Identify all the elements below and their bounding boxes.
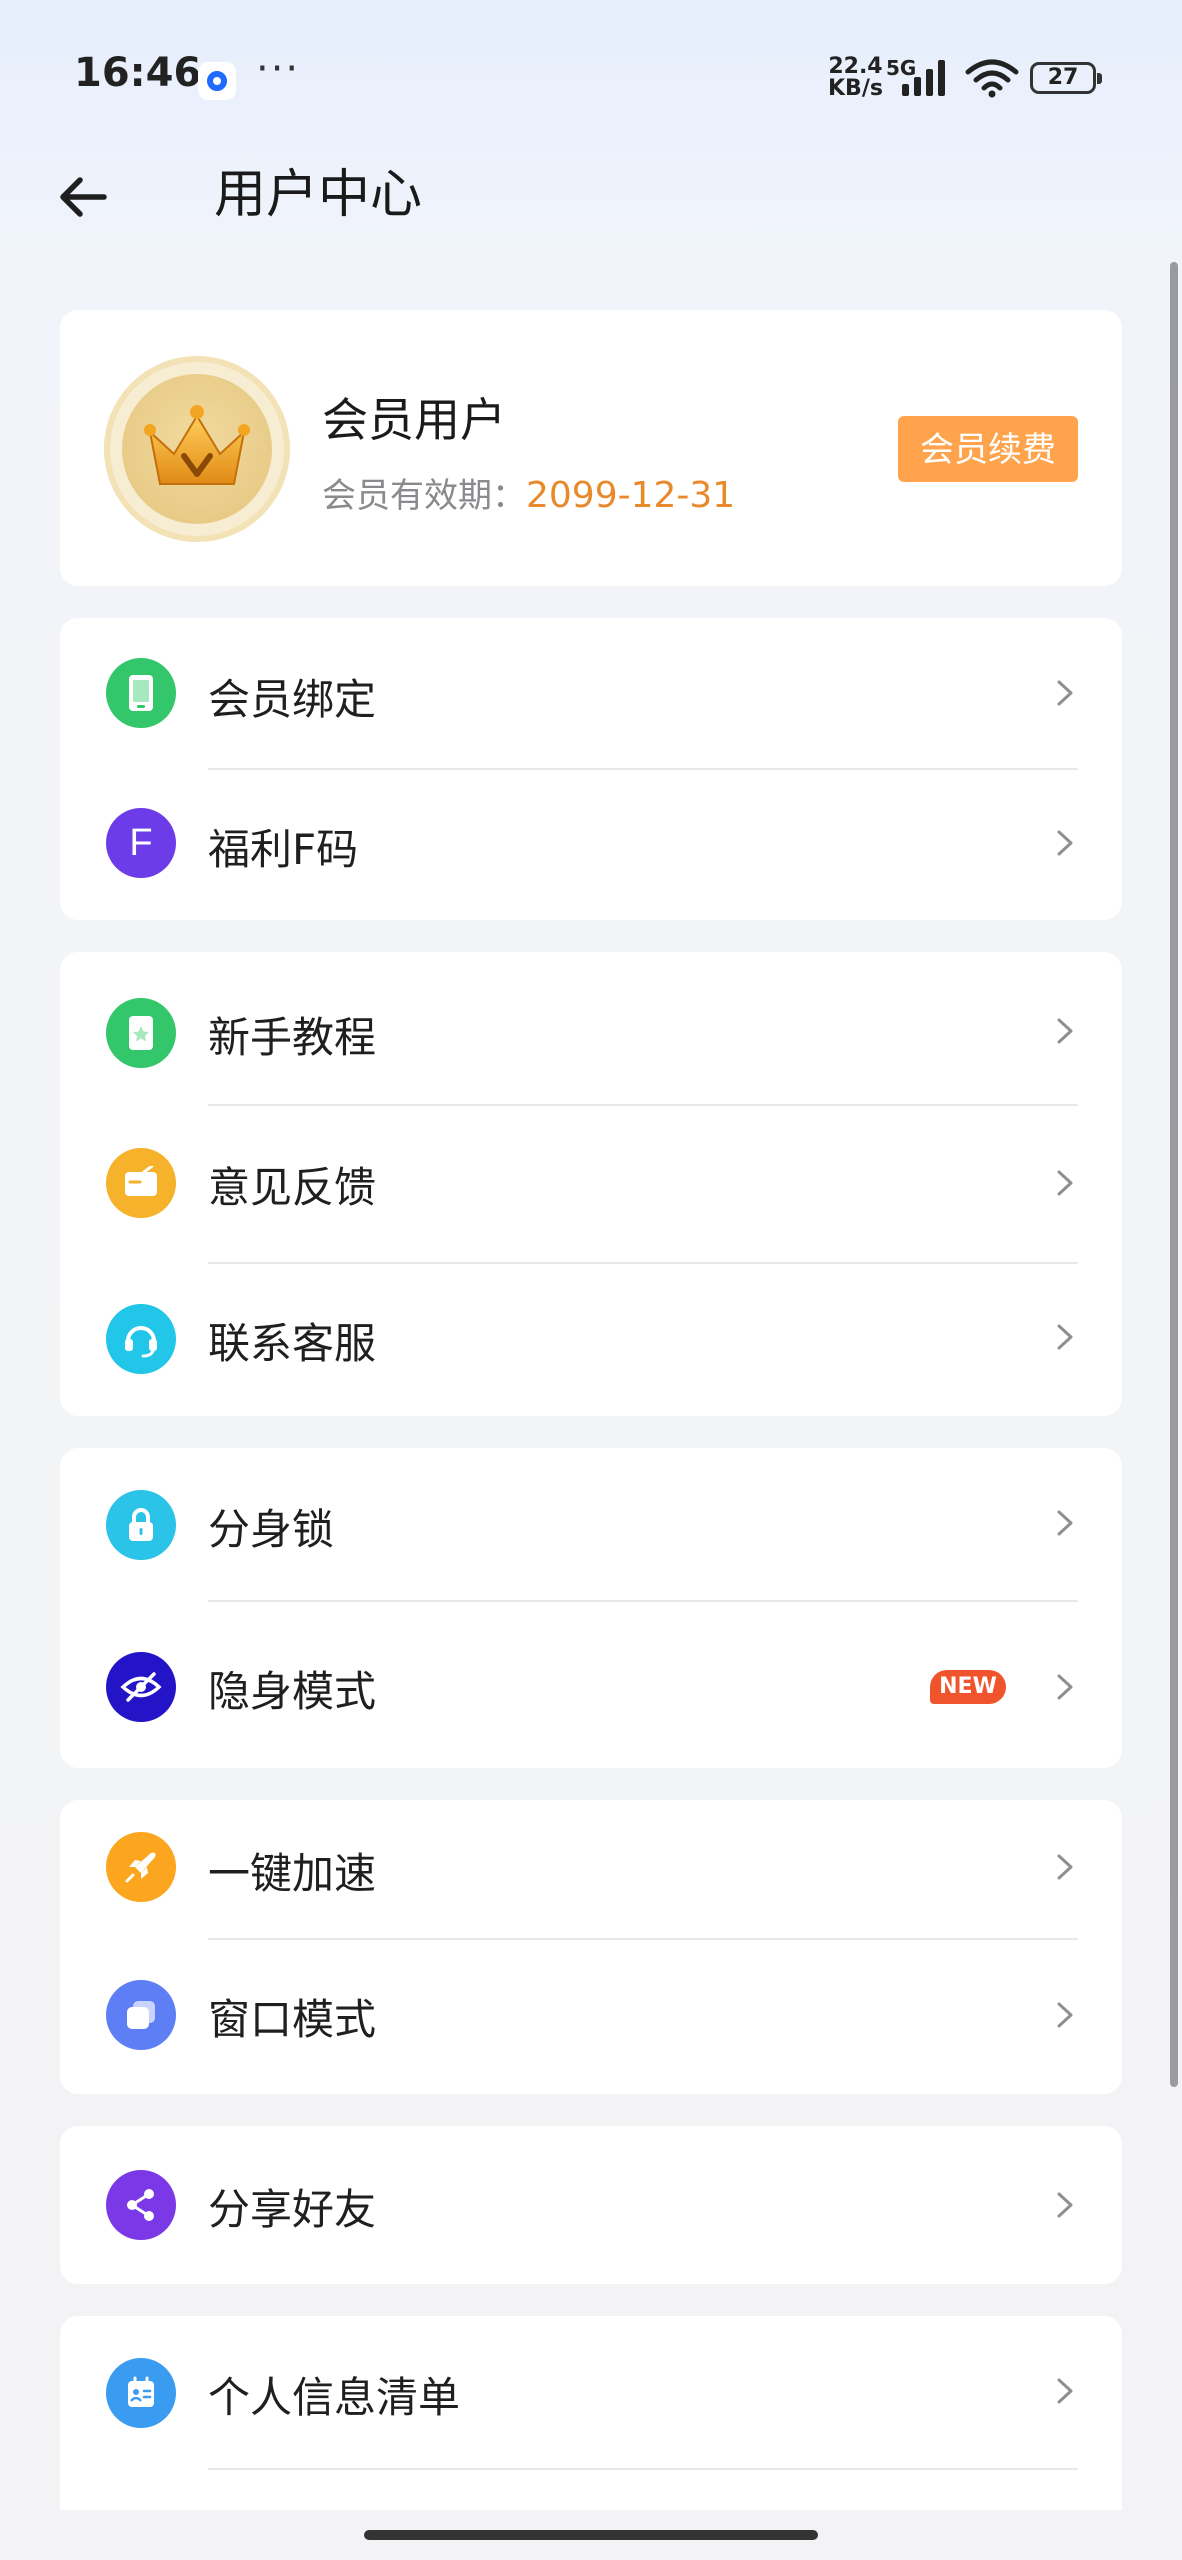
eye-off-icon <box>106 1652 176 1722</box>
validity-label: 会员有效期： <box>322 476 526 516</box>
feedback-envelope-icon <box>106 1148 176 1218</box>
menu-item-app-lock[interactable]: 分身锁 <box>60 1448 1122 1600</box>
chevron-right-icon <box>1057 2192 1073 2218</box>
menu-item-feedback[interactable]: 意见反馈 <box>60 1106 1122 1262</box>
chevron-right-icon <box>1057 1854 1073 1880</box>
share-icon <box>106 2170 176 2240</box>
wifi-icon <box>965 59 1019 98</box>
status-time: 16:46 <box>74 50 202 96</box>
scrollbar[interactable] <box>1170 262 1178 2087</box>
member-crown-avatar <box>104 356 290 542</box>
member-validity: 会员有效期：2099-12-31 <box>322 468 735 517</box>
lock-icon <box>106 1490 176 1560</box>
menu-item-boost[interactable]: 一键加速 <box>60 1800 1122 1938</box>
menu-item-welfare-code[interactable]: F 福利F码 <box>60 770 1122 920</box>
network-speed-value: 22.4 <box>828 54 883 79</box>
more-notifications-indicator: ··· <box>256 46 301 92</box>
network-speed: 22.4 KB/s <box>828 56 883 100</box>
renew-membership-button[interactable]: 会员续费 <box>898 416 1078 482</box>
app-bar: 用户中心 <box>0 150 1182 240</box>
chevron-right-icon <box>1057 830 1073 856</box>
crown-icon <box>144 405 250 485</box>
new-badge: NEW <box>930 1670 1006 1704</box>
menu-group-personal-info: 个人信息清单 <box>60 2316 1122 2510</box>
rocket-icon <box>106 1832 176 1902</box>
page-title: 用户中心 <box>214 165 423 225</box>
letter-f-icon: F <box>106 808 176 878</box>
signal-icon <box>902 60 945 96</box>
menu-group-help: 新手教程 意见反馈 联系客服 <box>60 952 1122 1416</box>
headset-icon <box>106 1304 176 1374</box>
menu-item-label: 分身锁 <box>208 1505 335 1554</box>
chevron-right-icon <box>1057 1018 1073 1044</box>
menu-item-label: 窗口模式 <box>208 1995 377 2044</box>
member-name: 会员用户 <box>322 393 506 447</box>
home-indicator[interactable] <box>364 2530 818 2540</box>
chevron-right-icon <box>1057 2002 1073 2028</box>
tutorial-book-icon <box>106 998 176 1068</box>
menu-group-share: 分享好友 <box>60 2126 1122 2284</box>
menu-item-label: 联系客服 <box>208 1319 377 1368</box>
menu-item-label: 分享好友 <box>208 2185 377 2234</box>
validity-date: 2099-12-31 <box>526 475 736 516</box>
menu-item-customer-service[interactable]: 联系客服 <box>60 1264 1122 1416</box>
window-icon <box>106 1980 176 2050</box>
menu-group-membership: 会员绑定 F 福利F码 <box>60 618 1122 920</box>
menu-item-label: 会员绑定 <box>208 675 377 724</box>
menu-item-label: 意见反馈 <box>208 1163 377 1212</box>
phone-icon <box>106 658 176 728</box>
back-arrow-icon[interactable] <box>50 162 120 232</box>
menu-item-personal-info-list[interactable]: 个人信息清单 <box>60 2316 1122 2468</box>
menu-item-tutorial[interactable]: 新手教程 <box>60 952 1122 1104</box>
menu-item-label: 隐身模式 <box>208 1667 377 1716</box>
battery-icon: 27 <box>1030 62 1102 94</box>
menu-item-window-mode[interactable]: 窗口模式 <box>60 1940 1122 2094</box>
menu-item-share-friends[interactable]: 分享好友 <box>60 2126 1122 2284</box>
menu-group-performance: 一键加速 窗口模式 <box>60 1800 1122 2094</box>
menu-item-member-binding[interactable]: 会员绑定 <box>60 618 1122 768</box>
info-list-icon <box>106 2358 176 2428</box>
menu-item-label: 新手教程 <box>208 1013 377 1062</box>
menu-item-stealth-mode[interactable]: 隐身模式 NEW <box>60 1602 1122 1768</box>
network-speed-unit: KB/s <box>828 76 883 101</box>
chevron-right-icon <box>1057 2378 1073 2404</box>
notification-app-icon <box>198 62 236 100</box>
chevron-right-icon <box>1057 1510 1073 1536</box>
menu-group-privacy: 分身锁 隐身模式 NEW <box>60 1448 1122 1768</box>
divider <box>208 2468 1078 2470</box>
member-card: 会员用户 会员有效期：2099-12-31 会员续费 <box>60 310 1122 586</box>
chevron-right-icon <box>1057 1324 1073 1350</box>
status-bar: 16:46 ··· 22.4 KB/s 5G 27 <box>0 0 1182 150</box>
menu-item-label: 个人信息清单 <box>208 2373 461 2422</box>
menu-item-label: 福利F码 <box>208 825 359 874</box>
chevron-right-icon <box>1057 1170 1073 1196</box>
chevron-right-icon <box>1057 1674 1073 1700</box>
menu-item-label: 一键加速 <box>208 1849 377 1898</box>
chevron-right-icon <box>1057 680 1073 706</box>
